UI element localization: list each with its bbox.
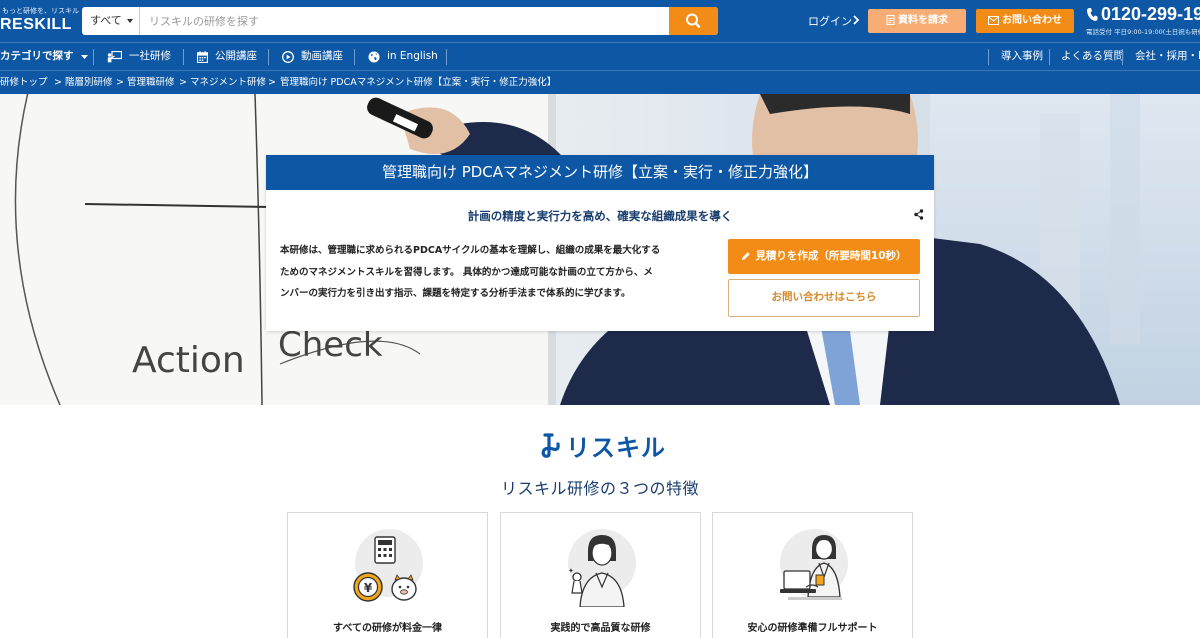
feature-card[interactable]: ✦ 実践的で高品質な研修	[500, 512, 701, 638]
phone-contact[interactable]: 0120-299-19 電話受付 平日9:00-19:00(土日祝も研修	[1086, 4, 1200, 36]
nav-category-search[interactable]: カテゴリで探す	[0, 43, 88, 70]
breadcrumb-separator: >	[116, 77, 124, 88]
nav-incompany-label: 一社研修	[129, 50, 171, 62]
request-docs-label: 資料を請求	[898, 15, 948, 26]
svg-text:✦: ✦	[568, 567, 574, 575]
nav-company-label: 会社・採用・IR	[1135, 50, 1200, 62]
nav-divider	[268, 49, 269, 65]
nav-divider	[988, 49, 989, 65]
calendar-icon	[197, 50, 208, 63]
hero-section: Action Check 管理職向け PDCAマネジメント研修【立案・実行・修正…	[0, 94, 1200, 405]
nav-public-course-label: 公開講座	[215, 50, 257, 62]
nav-case-studies-label: 導入事例	[1001, 50, 1043, 62]
nav-incompany[interactable]: 一社研修	[107, 43, 171, 70]
breadcrumb-item[interactable]: 管理職研修	[127, 71, 175, 94]
board-word-action: Action	[132, 340, 245, 381]
caret-down-icon	[80, 54, 88, 59]
course-description-line: ためのマネジメントスキルを習得します。 具体的かつ達成可能な計画の立て方から、メ	[280, 266, 653, 278]
board-word-check: Check	[278, 325, 383, 365]
caret-down-icon	[127, 19, 133, 23]
document-icon	[886, 15, 895, 25]
nav-video-course[interactable]: 動画講座	[282, 43, 343, 70]
course-description-line: ンバーの実行力を引き出す指示、課題を特定する分析手法まで体系的に学びます。	[280, 288, 631, 299]
course-summary-card: 管理職向け PDCAマネジメント研修【立案・実行・修正力強化】 計画の精度と実行…	[266, 155, 934, 331]
search-category-label: すべて	[90, 14, 122, 27]
nav-divider	[183, 49, 184, 65]
nav-english-label: in English	[387, 50, 438, 62]
create-estimate-label: 見積りを作成（所要時間10秒）	[755, 250, 907, 262]
contact-label: お問い合わせ	[1002, 15, 1062, 26]
globe-icon	[368, 51, 380, 62]
feature-label: すべての研修が料金一律	[333, 623, 442, 634]
reskill-mark-icon	[541, 433, 560, 458]
pencil-icon	[742, 252, 751, 260]
feature-label: 実践的で高品質な研修	[550, 623, 651, 634]
nav-faq[interactable]: よくある質問	[1061, 43, 1124, 70]
breadcrumb: 研修トップ > 階層別研修 > 管理職研修 > マネジメント研修 > 管理職向け…	[0, 70, 1200, 94]
phone-icon	[1087, 8, 1098, 21]
course-description: 本研修は、管理職に求められるPDCAサイクルの基本を理解し、組織の成果を最大化す…	[280, 240, 720, 305]
breadcrumb-item[interactable]: 階層別研修	[65, 71, 113, 94]
contact-button[interactable]: お問い合わせ	[976, 9, 1074, 33]
phone-hours: 電話受付 平日9:00-19:00(土日祝も研修	[1086, 28, 1200, 36]
breadcrumb-separator: >	[54, 77, 62, 88]
reskill-brand-logo: リスキル	[540, 430, 666, 462]
request-docs-button[interactable]: 資料を請求	[868, 9, 966, 33]
breadcrumb-separator: >	[179, 77, 187, 88]
create-estimate-button[interactable]: 見積りを作成（所要時間10秒）	[728, 239, 920, 274]
nav-english[interactable]: in English	[368, 43, 438, 70]
instructor-icon: ✦	[568, 529, 636, 607]
play-circle-icon	[282, 50, 294, 63]
site-logo[interactable]: もっと研修を、リスキル RESKILL	[0, 5, 79, 37]
search-category-select[interactable]: すべて	[82, 7, 140, 35]
top-header: もっと研修を、リスキル RESKILL すべて ログイン 資料を請求	[0, 0, 1200, 42]
breadcrumb-separator: >	[268, 77, 276, 88]
features-heading: リスキル研修の３つの特徴	[500, 479, 699, 498]
course-description-line: 本研修は、管理職に求められるPDCAサイクルの基本を理解し、組織の成果を最大化す…	[280, 245, 661, 256]
nav-divider	[354, 49, 355, 65]
nav-faq-label: よくある質問	[1061, 50, 1124, 62]
breadcrumb-current: 管理職向け PDCAマネジメント研修【立案・実行・修正力強化】	[280, 77, 557, 88]
login-link[interactable]: ログイン	[808, 13, 852, 29]
course-subtitle: 計画の精度と実行力を高め、確実な組織成果を導く	[467, 209, 733, 223]
share-icon[interactable]	[914, 209, 924, 220]
feature-label: 安心の研修準備フルサポート	[747, 623, 878, 634]
mail-icon	[988, 15, 999, 25]
chevron-right-icon	[853, 15, 860, 25]
search-input[interactable]	[141, 7, 669, 35]
breadcrumb-item[interactable]: マネジメント研修	[190, 71, 266, 94]
nav-company[interactable]: 会社・採用・IR	[1135, 43, 1200, 70]
nav-divider	[1049, 49, 1050, 65]
support-staff-icon	[780, 529, 848, 600]
feature-card[interactable]: 安心の研修準備フルサポート	[712, 512, 913, 638]
nav-video-course-label: 動画講座	[301, 50, 343, 62]
inquiry-button[interactable]: お問い合わせはこちら	[728, 279, 920, 317]
course-title: 管理職向け PDCAマネジメント研修【立案・実行・修正力強化】	[266, 155, 934, 190]
feature-card[interactable]: ¥ すべての研修が料金一律	[287, 512, 488, 638]
main-nav: カテゴリで探す 一社研修 公開講座 動画講座 in English 導入事例 よ…	[0, 42, 1200, 70]
brand-name: リスキル	[566, 433, 666, 462]
phone-number: 0120-299-19	[1101, 4, 1200, 24]
calculator-coin-icon: ¥	[353, 529, 423, 602]
nav-divider	[1122, 49, 1123, 65]
nav-public-course[interactable]: 公開講座	[197, 43, 257, 70]
breadcrumb-item[interactable]: 研修トップ	[0, 71, 48, 94]
presenter-icon	[107, 50, 122, 62]
search-button[interactable]	[669, 7, 718, 35]
nav-divider	[446, 49, 447, 65]
logo-tagline: もっと研修を、リスキル	[2, 7, 79, 15]
search-bar: すべて	[82, 7, 718, 35]
search-icon	[686, 13, 701, 28]
nav-divider	[93, 49, 94, 65]
nav-case-studies[interactable]: 導入事例	[1001, 43, 1043, 70]
logo-name: RESKILL	[0, 16, 72, 33]
svg-text:¥: ¥	[364, 581, 373, 595]
nav-category-label: カテゴリで探す	[0, 50, 74, 62]
